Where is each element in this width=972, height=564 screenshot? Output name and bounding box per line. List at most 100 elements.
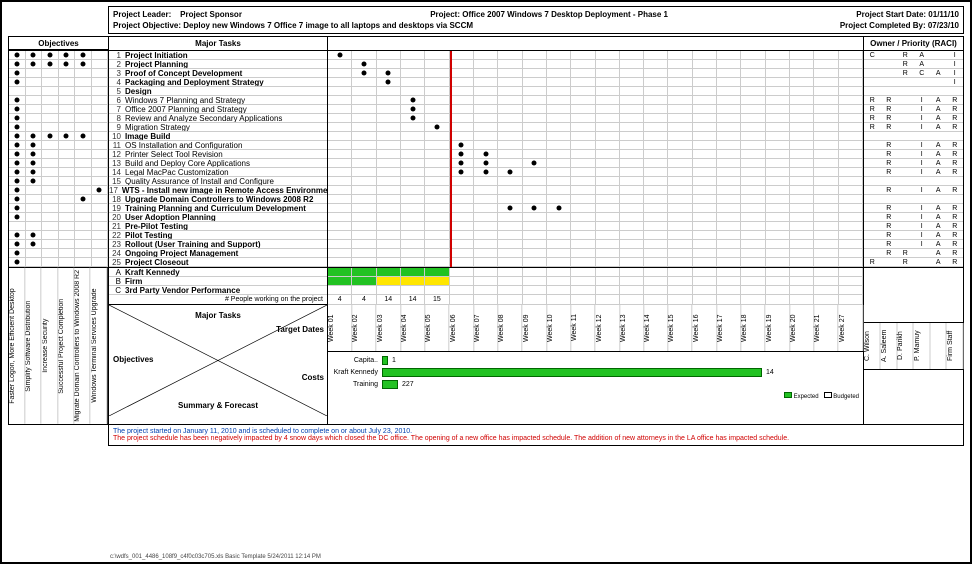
task-row: 1Project Initiation <box>109 51 327 60</box>
vertical-objective: Successful Project Completion <box>58 268 74 424</box>
summary-box: The project started on January 11, 2010 … <box>108 425 964 446</box>
objective-text: Deploy new Windows 7 Office 7 image to a… <box>183 21 473 30</box>
legend: Expected Budgeted <box>328 390 863 402</box>
footer-text: c:\wdfs_001_4486_108f9_c4f0c03c705.xls B… <box>110 554 321 560</box>
tri-summary: Summary & Forecast <box>109 401 327 410</box>
summary-line2: The project schedule has been negatively… <box>113 435 959 442</box>
task-row: 19Training Planning and Curriculum Devel… <box>109 204 327 213</box>
week-label: Week 04 <box>401 305 425 351</box>
raci-row: RAI <box>864 60 963 69</box>
task-row: 5Design <box>109 87 327 96</box>
owner-column: Owner / Priority (RACI) CRAIRAIRCAIIRRIA… <box>864 36 964 268</box>
raci-row: RIAR <box>864 150 963 159</box>
task-row: 25Project Closeout <box>109 258 327 267</box>
firm-row: C3rd Party Vendor Performance <box>109 286 327 295</box>
objectives-head: Objectives <box>9 37 108 50</box>
sponsor-label: Project Sponsor <box>180 10 242 19</box>
raci-row: RIAR <box>864 231 963 240</box>
week-label: Week 07 <box>474 305 498 351</box>
owner-name: A. Saleem <box>881 323 898 369</box>
raci-row: RCAI <box>864 69 963 78</box>
firm-row: AKraft Kennedy <box>109 268 327 277</box>
task-row: 13 Build and Deploy Core Applications <box>109 159 327 168</box>
task-row: 18Upgrade Domain Controllers to Windows … <box>109 195 327 204</box>
project-label: Project: <box>430 10 460 19</box>
raci-row: RRIAR <box>864 123 963 132</box>
raci-row: CRAI <box>864 51 963 60</box>
raci-row: RIAR <box>864 186 963 195</box>
task-row: 14 Legal MacPac Customization <box>109 168 327 177</box>
vertical-objective: Simplify Software Distribution <box>25 268 41 424</box>
task-row: 7 Office 2007 Planning and Strategy <box>109 105 327 114</box>
week-label: Week 16 <box>693 305 717 351</box>
task-row: 4Packaging and Deployment Strategy <box>109 78 327 87</box>
owner-name: D. Parikh <box>897 323 914 369</box>
week-label: Week 06 <box>450 305 474 351</box>
completed-label: Project Completed By: <box>840 21 926 30</box>
raci-row: RRIAR <box>864 105 963 114</box>
raci-row: I <box>864 78 963 87</box>
vertical-objective: Windows Terminal Services Upgrade <box>91 268 107 424</box>
objective-label: Project Objective: <box>113 21 181 30</box>
objectives-column: Objectives <box>8 36 108 268</box>
firm-row: BFirm <box>109 277 327 286</box>
tasks-head: Major Tasks <box>109 37 327 51</box>
right-block: 44141415 Week 01Week 02Week 03Week 04Wee… <box>328 268 864 425</box>
vertical-objective: Increase Security <box>42 268 58 424</box>
owner-block: C. WilsonA. SaleemD. ParikhP. MamuyFirm … <box>864 268 964 425</box>
task-row: 24Ongoing Project Management <box>109 249 327 258</box>
week-label: Week 05 <box>425 305 449 351</box>
week-label: Week 11 <box>571 305 595 351</box>
owner-name: Firm Staff <box>947 323 964 369</box>
task-row: 8 Review and Analyze Secondary Applicati… <box>109 114 327 123</box>
summary-line1: The project started on January 11, 2010 … <box>113 428 959 435</box>
cost-row: Training227 <box>328 378 863 390</box>
vertical-objective: Faster Logon, More Efficient Desktop <box>9 268 25 424</box>
task-row: 11 OS Installation and Configuration <box>109 141 327 150</box>
week-label: Week 08 <box>498 305 522 351</box>
week-label: Week 09 <box>523 305 547 351</box>
raci-row <box>864 195 963 204</box>
mid-block: AKraft KennedyBFirmC3rd Party Vendor Per… <box>108 268 328 425</box>
start-date: 01/11/10 <box>928 10 959 19</box>
bottom-section: Faster Logon, More Efficient DesktopSimp… <box>8 268 964 425</box>
task-row: 2Project Planning <box>109 60 327 69</box>
raci-row: RIAR <box>864 141 963 150</box>
week-label: Week 17 <box>717 305 741 351</box>
people-label: # People working on the project <box>109 295 327 304</box>
week-label: Week 13 <box>620 305 644 351</box>
week-label: Week 14 <box>644 305 668 351</box>
gantt-column <box>328 36 864 268</box>
vertical-objectives: Faster Logon, More Efficient DesktopSimp… <box>8 268 108 425</box>
main-grid: Objectives Major Tasks 1Project Initiati… <box>8 36 964 268</box>
tri-costs: Costs <box>302 373 324 382</box>
tasks-column: Major Tasks 1Project Initiation2Project … <box>108 36 328 268</box>
vertical-objective: Migrate Domain Controllers to Windows 20… <box>74 268 90 424</box>
project-name: Office 2007 Windows 7 Desktop Deployment… <box>462 10 668 19</box>
raci-row: RRAR <box>864 249 963 258</box>
raci-row: RRIAR <box>864 96 963 105</box>
raci-row: RRIAR <box>864 114 963 123</box>
completed-date: 07/23/10 <box>928 21 959 30</box>
raci-row <box>864 177 963 186</box>
tri-target: Target Dates <box>276 325 324 334</box>
start-label: Project Start Date: <box>856 10 926 19</box>
task-row: 9 Migration Strategy <box>109 123 327 132</box>
week-label: Week 02 <box>352 305 376 351</box>
week-label: Week 20 <box>790 305 814 351</box>
task-row: 12 Printer Select Tool Revision <box>109 150 327 159</box>
project-header: Project Leader: Project Sponsor Project:… <box>108 6 964 34</box>
task-row: 6 Windows 7 Planning and Strategy <box>109 96 327 105</box>
task-row: 21Pre-Pilot Testing <box>109 222 327 231</box>
week-label: Week 03 <box>377 305 401 351</box>
tri-major: Major Tasks <box>109 311 327 320</box>
week-label: Week 12 <box>596 305 620 351</box>
raci-row: RRAR <box>864 258 963 267</box>
week-label: Week 01 <box>328 305 352 351</box>
raci-row <box>864 132 963 141</box>
task-row: 20User Adoption Planning <box>109 213 327 222</box>
week-label: Week 27 <box>839 305 863 351</box>
task-row: 17WTS - Install new image in Remote Acce… <box>109 186 327 195</box>
cost-row: Capita..1 <box>328 354 863 366</box>
leader-label: Project Leader: <box>113 10 171 19</box>
